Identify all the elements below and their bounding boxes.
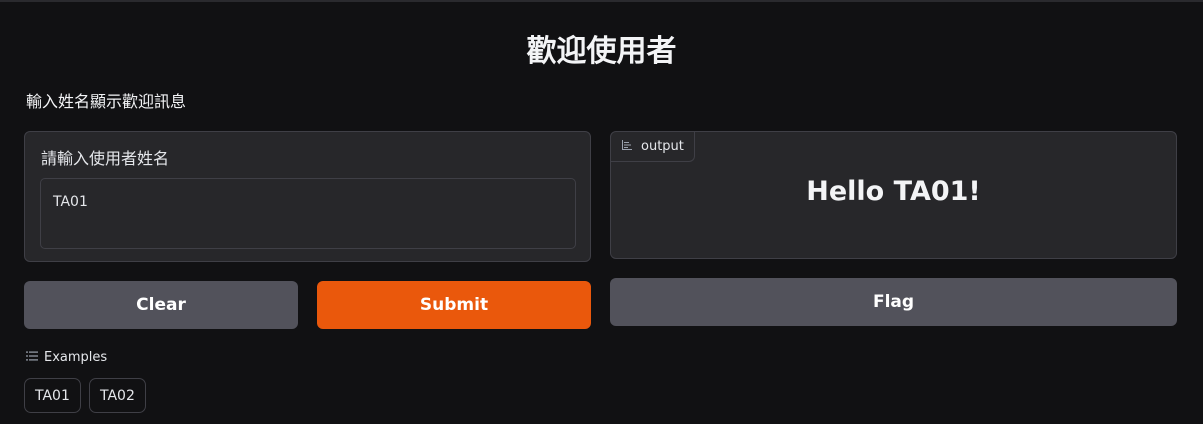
page-title: 歡迎使用者 <box>526 34 677 69</box>
example-item[interactable]: TA02 <box>89 378 146 413</box>
examples-label: Examples <box>44 350 108 365</box>
examples-header: Examples <box>26 350 107 365</box>
app-window: 歡迎使用者 輸入姓名顯示歡迎訊息 請輸入使用者姓名 output Hello T… <box>0 0 1203 424</box>
text-icon <box>621 139 633 155</box>
submit-button[interactable]: Submit <box>317 281 591 329</box>
example-item[interactable]: TA01 <box>24 378 81 413</box>
flag-button[interactable]: Flag <box>610 278 1177 326</box>
output-label: output <box>641 139 684 154</box>
output-text: Hello TA01! <box>806 176 981 207</box>
input-panel: 請輸入使用者姓名 <box>24 131 591 262</box>
page-description: 輸入姓名顯示歡迎訊息 <box>26 92 187 111</box>
output-label-tab: output <box>611 132 695 162</box>
output-panel: output Hello TA01! <box>610 131 1177 259</box>
name-input-label: 請輸入使用者姓名 <box>41 149 170 168</box>
list-icon <box>26 350 38 365</box>
name-input[interactable] <box>40 178 576 249</box>
clear-button[interactable]: Clear <box>24 281 298 329</box>
